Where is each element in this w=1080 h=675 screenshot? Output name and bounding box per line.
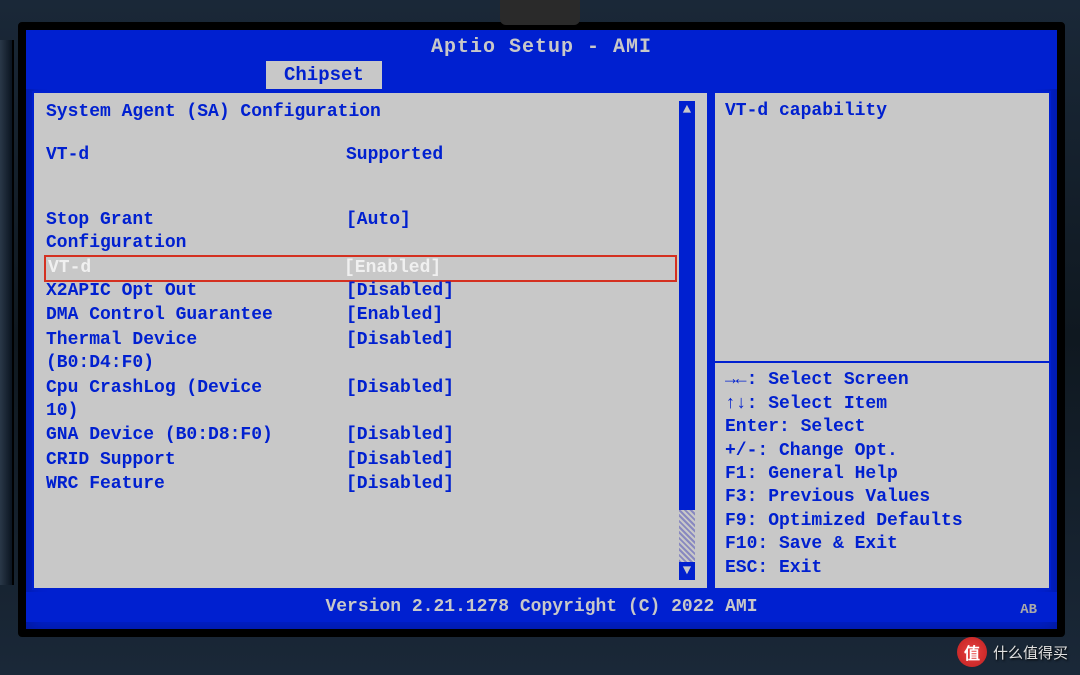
info-row-vtd: VT-d Supported: [46, 144, 675, 167]
setting-label: DMA Control Guarantee: [46, 304, 346, 327]
help-select-screen: →←: Select Screen: [725, 369, 1039, 392]
setting-crashlog[interactable]: Cpu CrashLog (Device10) [Disabled]: [46, 377, 675, 424]
key-help: →←: Select Screen ↑↓: Select Item Enter:…: [725, 369, 1039, 580]
setting-label: CRID Support: [46, 449, 346, 472]
scroll-down-icon[interactable]: ▼: [679, 562, 695, 580]
watermark-text: 什么值得买: [993, 642, 1068, 663]
footer-version: Version 2.21.1278 Copyright (C) 2022 AMI: [325, 597, 757, 617]
setting-value: [Disabled]: [346, 424, 675, 447]
info-value: Supported: [346, 144, 675, 167]
setting-dma[interactable]: DMA Control Guarantee [Enabled]: [46, 304, 675, 327]
tab-chipset[interactable]: Chipset: [266, 61, 382, 89]
bios-title: Aptio Setup - AMI: [431, 36, 652, 59]
help-select-item: ↑↓: Select Item: [725, 393, 1039, 416]
footer: Version 2.21.1278 Copyright (C) 2022 AMI…: [26, 592, 1057, 622]
help-f9: F9: Optimized Defaults: [725, 510, 1039, 533]
setting-x2apic[interactable]: X2APIC Opt Out [Disabled]: [46, 280, 675, 303]
setting-vtd-selected[interactable]: VT-d [Enabled]: [44, 255, 677, 282]
setting-value: [Disabled]: [346, 329, 675, 376]
section-title: System Agent (SA) Configuration: [46, 101, 675, 124]
scroll-up-icon[interactable]: ▲: [679, 101, 695, 119]
scrollbar[interactable]: ▲ ▼: [679, 101, 695, 580]
setting-crid[interactable]: CRID Support [Disabled]: [46, 449, 675, 472]
help-text: VT-d capability: [725, 101, 1039, 357]
help-f3: F3: Previous Values: [725, 486, 1039, 509]
settings-list: System Agent (SA) Configuration VT-d Sup…: [46, 101, 675, 580]
bios-screen: Aptio Setup - AMI Chipset System Agent (…: [18, 22, 1065, 637]
help-change: +/-: Change Opt.: [725, 440, 1039, 463]
watermark: 值 什么值得买: [957, 637, 1068, 667]
scroll-track: [679, 510, 695, 562]
settings-panel: System Agent (SA) Configuration VT-d Sup…: [32, 91, 709, 590]
setting-stop-grant[interactable]: Stop GrantConfiguration [Auto]: [46, 209, 675, 256]
setting-label: Cpu CrashLog (Device10): [46, 377, 346, 424]
setting-value: [Disabled]: [346, 280, 675, 303]
watermark-icon: 值: [957, 637, 987, 667]
setting-value: [Auto]: [346, 209, 675, 256]
help-f1: F1: General Help: [725, 463, 1039, 486]
divider: [715, 361, 1049, 363]
help-f10: F10: Save & Exit: [725, 533, 1039, 556]
help-enter: Enter: Select: [725, 416, 1039, 439]
setting-label: GNA Device (B0:D8:F0): [46, 424, 346, 447]
setting-value: [Disabled]: [346, 377, 675, 424]
content-area: System Agent (SA) Configuration VT-d Sup…: [32, 91, 1051, 590]
setting-value: [Enabled]: [346, 304, 675, 327]
setting-label: VT-d: [48, 257, 344, 280]
help-esc: ESC: Exit: [725, 557, 1039, 580]
title-bar: Aptio Setup - AMI: [26, 30, 1057, 61]
help-panel: VT-d capability →←: Select Screen ↑↓: Se…: [713, 91, 1051, 590]
setting-gna[interactable]: GNA Device (B0:D8:F0) [Disabled]: [46, 424, 675, 447]
setting-label: X2APIC Opt Out: [46, 280, 346, 303]
footer-ab: AB: [1020, 602, 1037, 618]
setting-thermal[interactable]: Thermal Device(B0:D4:F0) [Disabled]: [46, 329, 675, 376]
tab-row: Chipset: [26, 61, 1057, 89]
scroll-thumb[interactable]: [679, 119, 695, 510]
setting-value: [Enabled]: [344, 257, 673, 280]
setting-value: [Disabled]: [346, 473, 675, 496]
setting-label: Thermal Device(B0:D4:F0): [46, 329, 346, 376]
info-label: VT-d: [46, 144, 346, 167]
setting-wrc[interactable]: WRC Feature [Disabled]: [46, 473, 675, 496]
setting-value: [Disabled]: [346, 449, 675, 472]
setting-label: Stop GrantConfiguration: [46, 209, 346, 256]
setting-label: WRC Feature: [46, 473, 346, 496]
